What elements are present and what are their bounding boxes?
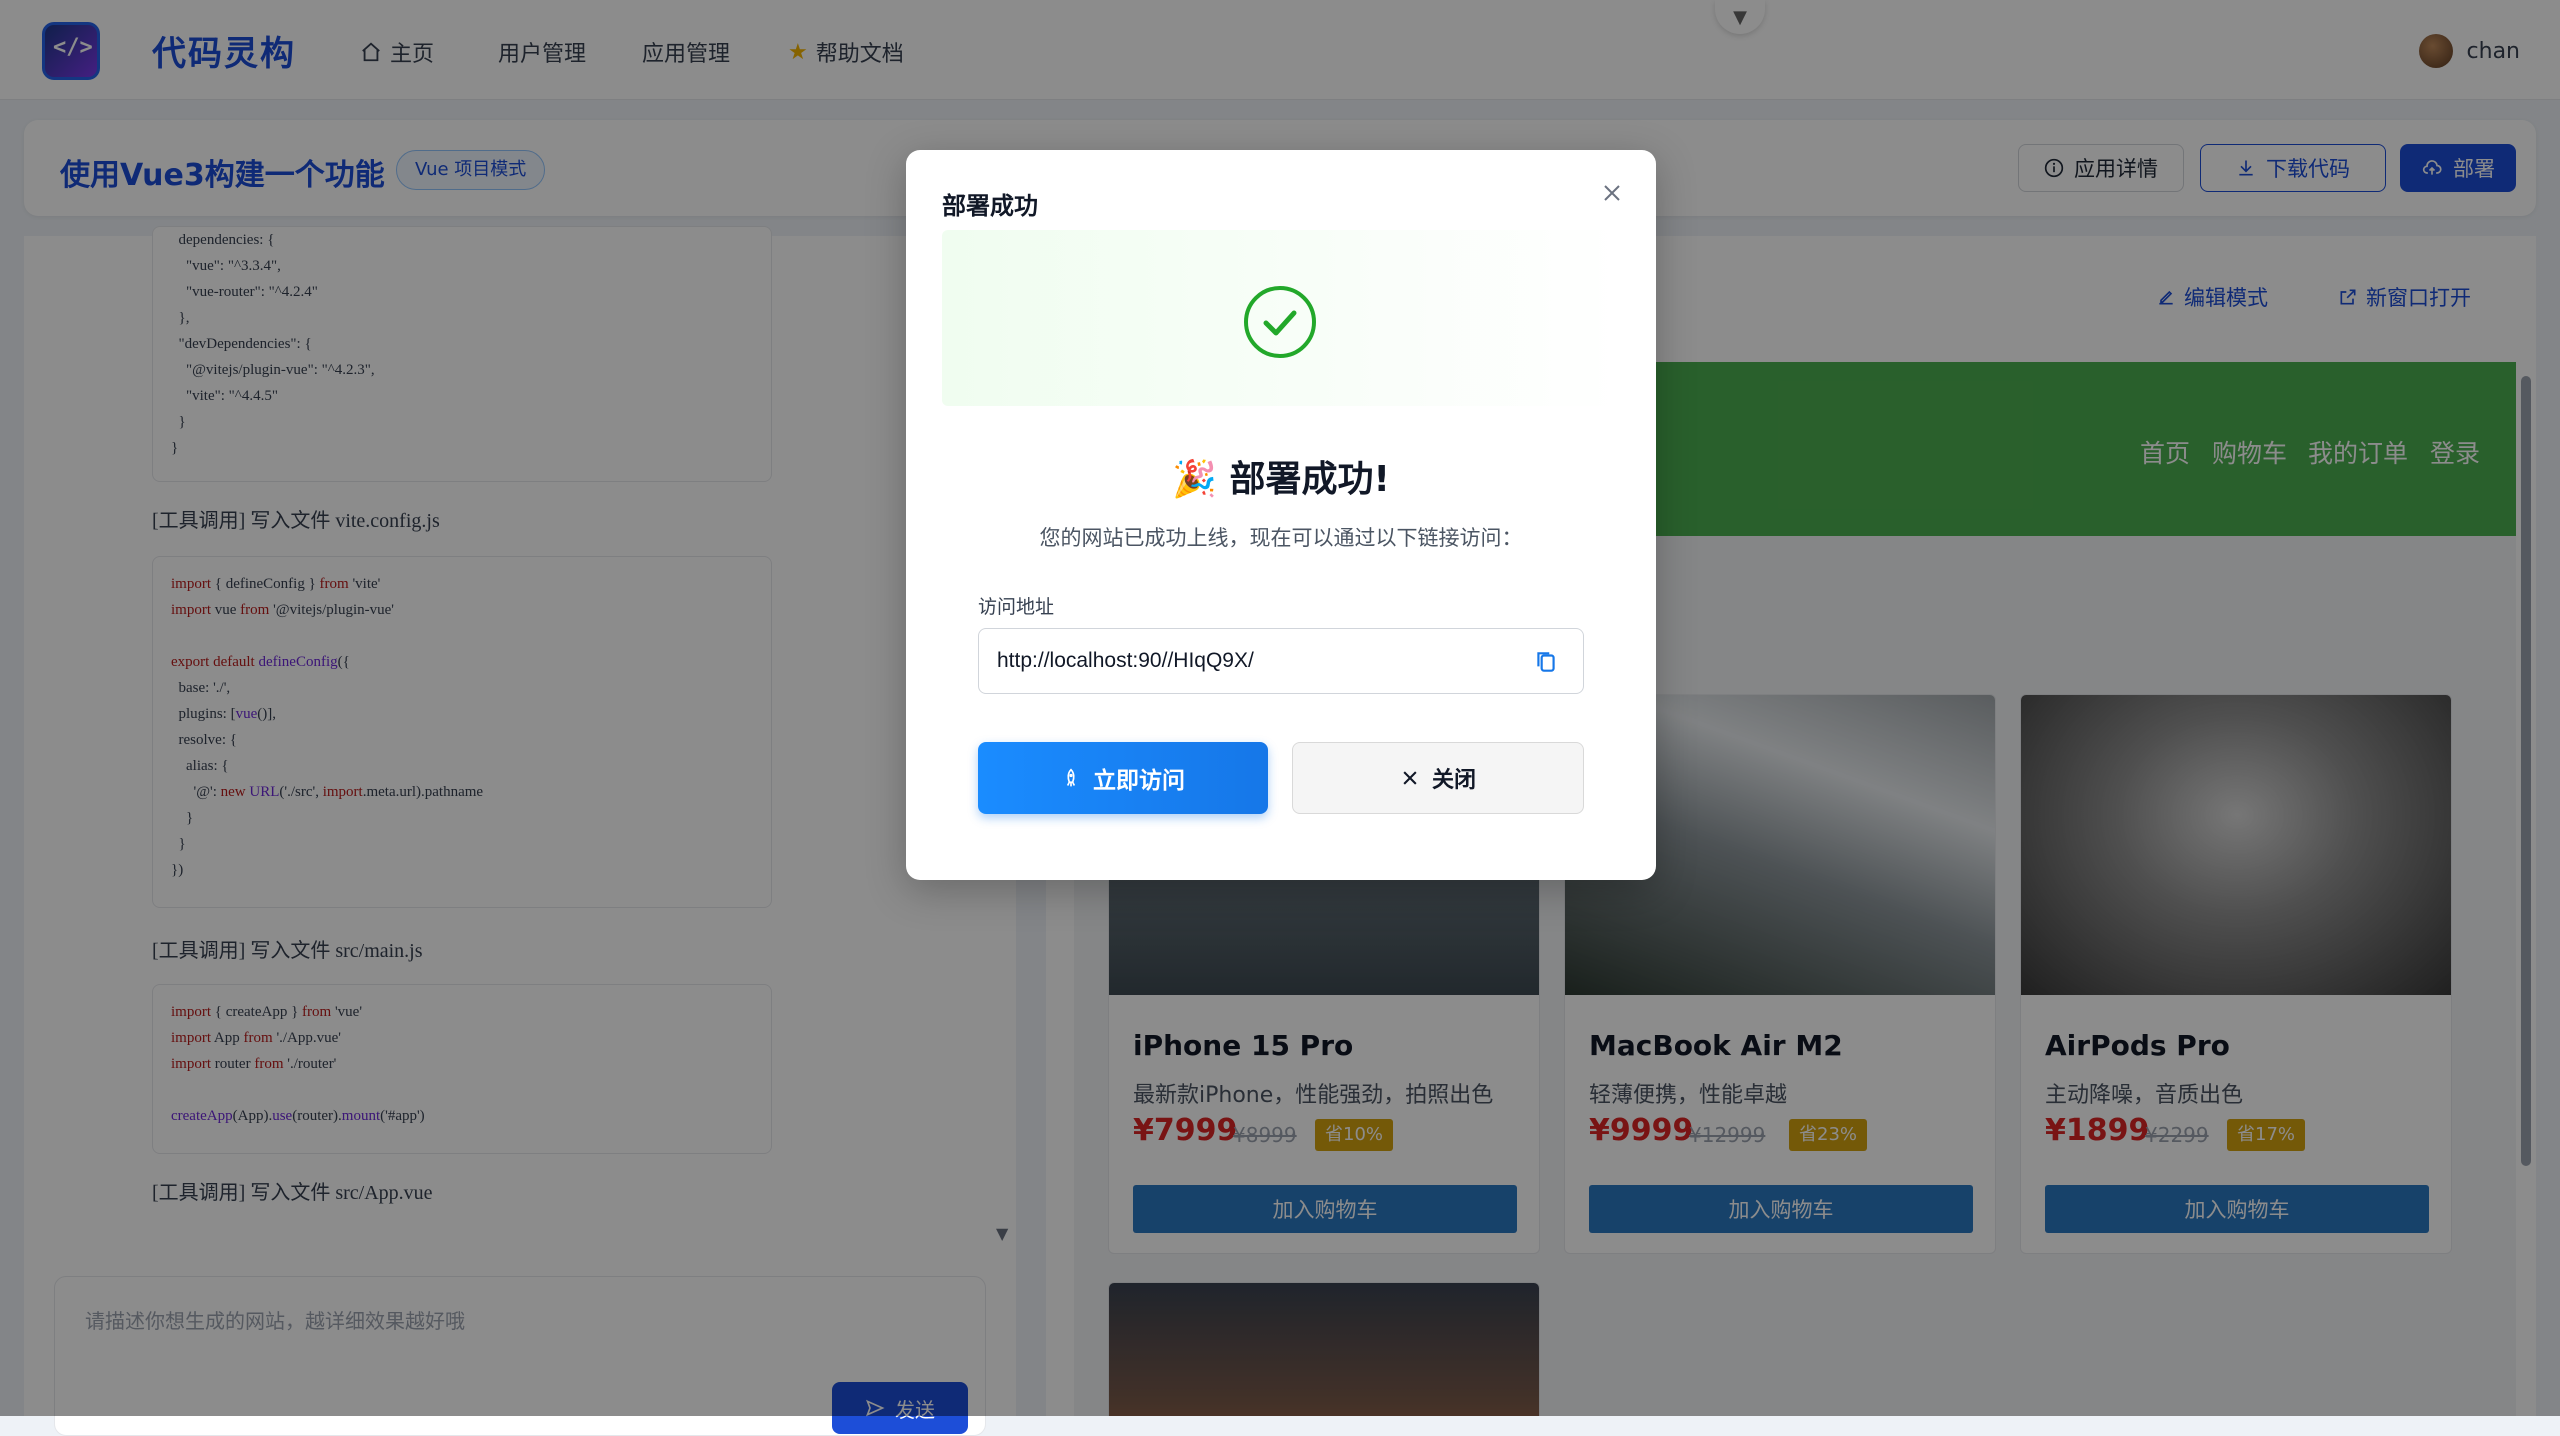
rocket-icon (1066, 768, 1076, 787)
dialog-title: 部署成功 (942, 192, 1038, 220)
success-subtitle: 您的网站已成功上线，现在可以通过以下链接访问： (1039, 526, 1523, 550)
deploy-url-value[interactable]: http://localhost:90//HIqQ9X/ (997, 649, 1254, 673)
visit-now-button[interactable]: 立即访问 (978, 742, 1268, 814)
button-label: 立即访问 (1093, 768, 1185, 794)
party-icon: 🎉 (1172, 459, 1217, 500)
url-label: 访问地址 (978, 596, 1055, 618)
close-icon[interactable] (1596, 180, 1628, 212)
deploy-url-field[interactable]: http://localhost:90//HIqQ9X/ (978, 628, 1584, 694)
success-banner (942, 230, 1620, 406)
check-circle-icon (1244, 286, 1316, 358)
success-heading: 🎉 部署成功! (906, 450, 1656, 502)
close-dialog-button[interactable]: 关闭 (1292, 742, 1584, 814)
heading-text: 部署成功! (1229, 459, 1390, 500)
close-icon (1403, 771, 1417, 785)
button-label: 关闭 (1431, 768, 1476, 793)
deploy-success-dialog: 部署成功 🎉 部署成功! 您的网站已成功上线，现在可以通过以下链接访问： 访问地… (906, 150, 1656, 880)
copy-icon[interactable] (1533, 649, 1559, 675)
